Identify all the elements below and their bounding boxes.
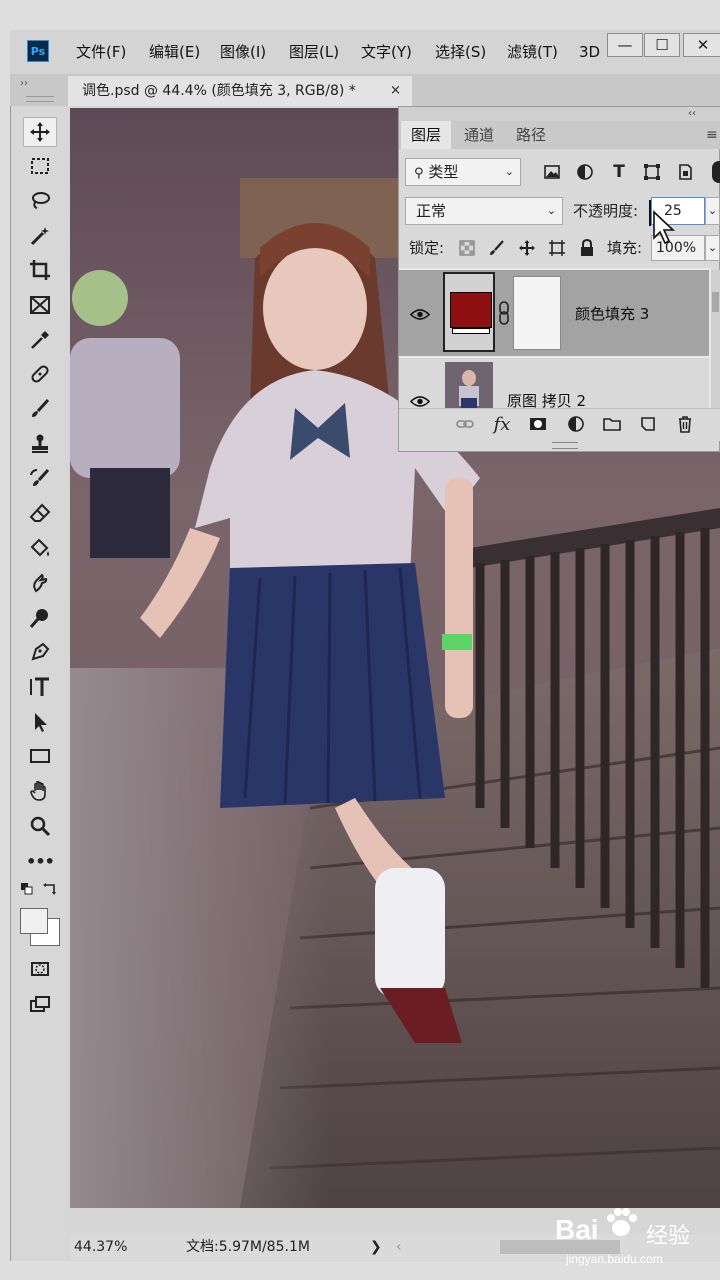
photoshop-logo-icon: Ps: [27, 40, 49, 62]
lock-label: 锁定:: [409, 239, 445, 257]
lock-transparent-icon[interactable]: [456, 237, 478, 259]
fill-label: 填充:: [607, 239, 643, 257]
watermark-brand-cn: 经验: [646, 1224, 691, 1249]
hand-tool-icon[interactable]: [23, 776, 57, 806]
type-filter-icon[interactable]: T: [607, 160, 631, 184]
fill-color-swatch: [450, 292, 492, 328]
layer-list-scrollbar[interactable]: [711, 270, 720, 408]
opacity-label: 不透明度:: [573, 202, 639, 220]
document-size-info: 文档:5.97M/85.1M: [186, 1239, 310, 1255]
filter-toggle-icon[interactable]: [712, 161, 720, 183]
move-tool-icon[interactable]: [23, 117, 57, 147]
blend-mode-select[interactable]: 正常 ⌄: [405, 197, 563, 225]
magic-wand-tool-icon[interactable]: [23, 221, 57, 251]
layer-name[interactable]: 颜色填充 3: [575, 303, 649, 325]
delete-layer-icon[interactable]: [672, 412, 698, 436]
quick-mask-icon[interactable]: [23, 954, 57, 984]
close-window-button[interactable]: ✕: [683, 33, 720, 57]
search-icon: ⚲: [414, 166, 424, 181]
menu-file[interactable]: 文件(F): [76, 41, 126, 63]
chevron-down-icon: ⌄: [546, 204, 556, 217]
healing-brush-tool-icon[interactable]: [23, 359, 57, 389]
watermark-url: jingyan.baidu.com: [566, 1252, 663, 1266]
foreground-color-swatch[interactable]: [20, 908, 48, 934]
document-tab[interactable]: 调色.psd @ 44.4% (颜色填充 3, RGB/8) *: [68, 76, 412, 106]
eraser-tool-icon[interactable]: [23, 498, 57, 528]
menu-layer[interactable]: 图层(L): [289, 41, 339, 63]
layer-mask-thumbnail[interactable]: [513, 276, 561, 350]
filter-type-label: 类型: [428, 163, 459, 181]
panel-resize-grip[interactable]: [552, 442, 578, 449]
dodge-tool-icon[interactable]: [23, 603, 57, 633]
layer-thumbnail-photo[interactable]: [445, 362, 493, 410]
paw-logo-icon: [601, 1206, 641, 1240]
scroll-left-icon[interactable]: ‹: [396, 1236, 402, 1258]
clone-stamp-tool-icon[interactable]: [23, 429, 57, 459]
tab-layers[interactable]: 图层: [401, 121, 451, 149]
panel-title-strip[interactable]: [399, 107, 720, 121]
menu-filter[interactable]: 滤镜(T): [507, 41, 558, 63]
fill-thumbnail-slider: [452, 328, 490, 334]
adjustment-layer-icon[interactable]: [563, 412, 589, 436]
more-tools-icon[interactable]: •••: [23, 846, 57, 876]
watermark-brand: Bai: [555, 1214, 599, 1245]
crop-tool-icon[interactable]: [23, 255, 57, 285]
panel-menu-icon[interactable]: ≡: [706, 121, 718, 149]
shape-filter-icon[interactable]: [640, 160, 664, 184]
panel-collapse-icon[interactable]: ‹‹: [688, 107, 696, 121]
eyedropper-tool-icon[interactable]: [23, 325, 57, 355]
zoom-tool-icon[interactable]: [23, 811, 57, 841]
link-layers-icon[interactable]: [452, 412, 478, 436]
marquee-tool-icon[interactable]: [23, 151, 57, 181]
mouse-cursor-icon: [648, 198, 676, 245]
toolbar-collapse-icon[interactable]: ››: [20, 78, 28, 89]
tab-channels[interactable]: 通道: [453, 121, 505, 149]
fill-dropdown-icon[interactable]: ⌄: [705, 235, 720, 261]
menu-select[interactable]: 选择(S): [435, 41, 486, 63]
mask-link-icon[interactable]: [497, 300, 511, 326]
pen-tool-icon[interactable]: [23, 637, 57, 667]
group-folder-icon[interactable]: [599, 412, 625, 436]
lock-all-icon[interactable]: [576, 237, 598, 259]
paint-bucket-tool-icon[interactable]: [23, 533, 57, 563]
minimize-button[interactable]: —: [607, 33, 643, 57]
brush-tool-icon[interactable]: [23, 394, 57, 424]
path-selection-tool-icon[interactable]: [23, 707, 57, 737]
toolbar-grip[interactable]: [26, 96, 54, 102]
smart-object-filter-icon[interactable]: [673, 160, 697, 184]
chevron-down-icon: ⌄: [504, 165, 514, 178]
status-menu-arrow-icon[interactable]: ❯: [370, 1236, 382, 1258]
swap-colors-icon[interactable]: [42, 882, 58, 896]
lock-pixels-icon[interactable]: [486, 237, 508, 259]
menu-3d[interactable]: 3D: [579, 41, 600, 63]
document-tab-close-icon[interactable]: ×: [390, 76, 404, 106]
new-layer-icon[interactable]: [635, 412, 661, 436]
layer-list-scroll-thumb[interactable]: [712, 292, 719, 312]
blend-mode-value: 正常: [416, 202, 447, 220]
restore-button[interactable]: ☐: [644, 33, 680, 57]
history-brush-tool-icon[interactable]: [23, 464, 57, 494]
visibility-eye-icon[interactable]: [406, 304, 434, 324]
tab-paths[interactable]: 路径: [507, 121, 555, 149]
zoom-level[interactable]: 44.37%: [74, 1236, 127, 1258]
lock-artboard-icon[interactable]: [546, 237, 568, 259]
rectangle-tool-icon[interactable]: [23, 741, 57, 771]
default-colors-icon[interactable]: [20, 882, 34, 896]
frame-tool-icon[interactable]: [23, 290, 57, 320]
menu-type[interactable]: 文字(Y): [361, 41, 412, 63]
lasso-tool-icon[interactable]: [23, 186, 57, 216]
adjustment-filter-icon[interactable]: [573, 160, 597, 184]
smudge-tool-icon[interactable]: [23, 568, 57, 598]
menu-edit[interactable]: 编辑(E): [149, 41, 200, 63]
add-mask-icon[interactable]: [525, 412, 551, 436]
menu-image[interactable]: 图像(I): [220, 41, 266, 63]
screen-mode-icon[interactable]: [23, 989, 57, 1019]
opacity-dropdown-icon[interactable]: ⌄: [705, 197, 720, 225]
lock-position-icon[interactable]: [516, 237, 538, 259]
fx-icon[interactable]: fx: [489, 412, 515, 436]
layer-filter-select[interactable]: ⚲ 类型 ⌄: [405, 158, 521, 186]
type-tool-icon[interactable]: [23, 672, 57, 702]
image-filter-icon[interactable]: [540, 160, 564, 184]
